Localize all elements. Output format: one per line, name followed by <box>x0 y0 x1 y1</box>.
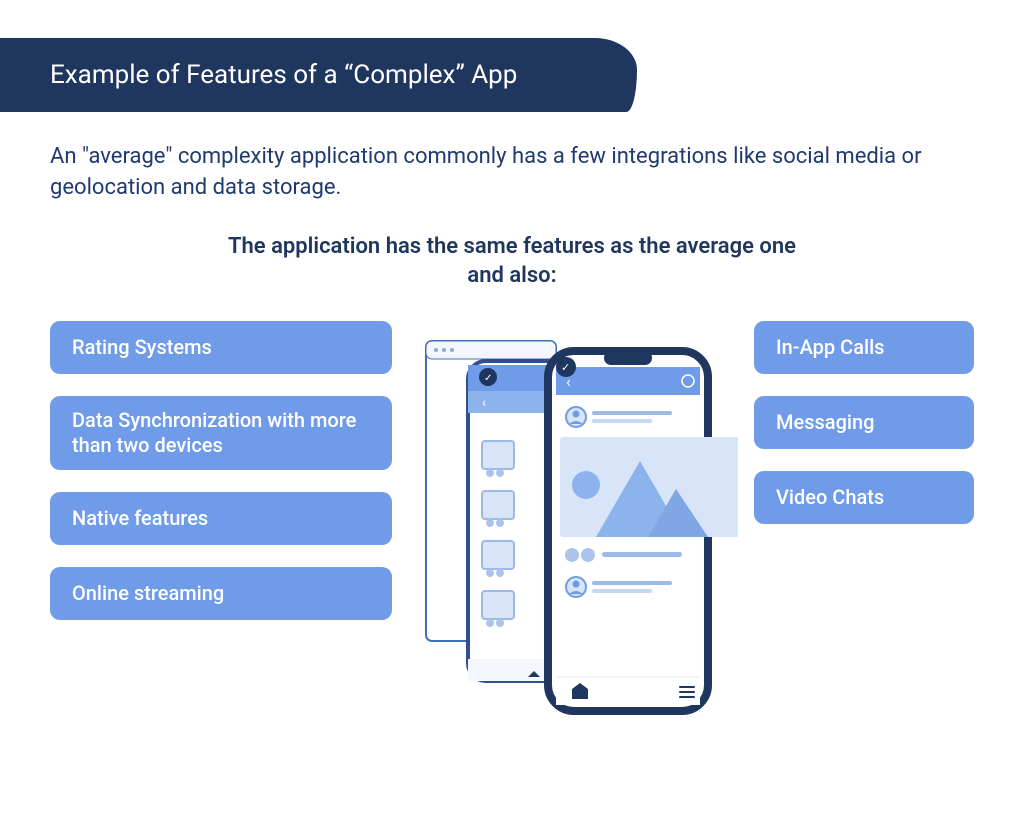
feature-pill: Data Synchronization with more than two … <box>50 396 392 470</box>
feature-columns: Rating Systems Data Synchronization with… <box>0 321 1024 721</box>
feature-pill: Video Chats <box>754 471 974 524</box>
feature-pill: Rating Systems <box>50 321 392 374</box>
subheading-line1: The application has the same features as… <box>228 234 796 259</box>
phones-icon: ‹ ✓ <box>408 321 738 721</box>
feature-label: In-App Calls <box>776 335 884 359</box>
phones-illustration: ‹ ✓ <box>408 321 738 721</box>
subheading-line2: and also: <box>467 263 556 288</box>
feature-label: Video Chats <box>776 485 884 509</box>
feature-pill: Messaging <box>754 396 974 449</box>
feature-label: Data Synchronization with more than two … <box>72 408 356 457</box>
feature-label: Rating Systems <box>72 335 212 359</box>
page-title-banner: Example of Features of a “Complex” App <box>0 38 637 112</box>
features-right-column: In-App Calls Messaging Video Chats <box>754 321 974 524</box>
page-title: Example of Features of a “Complex” App <box>50 60 517 90</box>
feature-label: Online streaming <box>72 581 224 605</box>
svg-text:✓: ✓ <box>484 373 492 384</box>
intro-text: An "average" complexity application comm… <box>50 142 950 204</box>
feature-pill: Online streaming <box>50 567 392 620</box>
subheading: The application has the same features as… <box>162 232 862 291</box>
feature-pill: In-App Calls <box>754 321 974 374</box>
feature-pill: Native features <box>50 492 392 545</box>
feature-label: Messaging <box>776 410 874 434</box>
feature-label: Native features <box>72 506 208 530</box>
svg-text:‹: ‹ <box>482 395 486 411</box>
svg-text:✓: ✓ <box>561 361 570 374</box>
features-left-column: Rating Systems Data Synchronization with… <box>50 321 392 620</box>
